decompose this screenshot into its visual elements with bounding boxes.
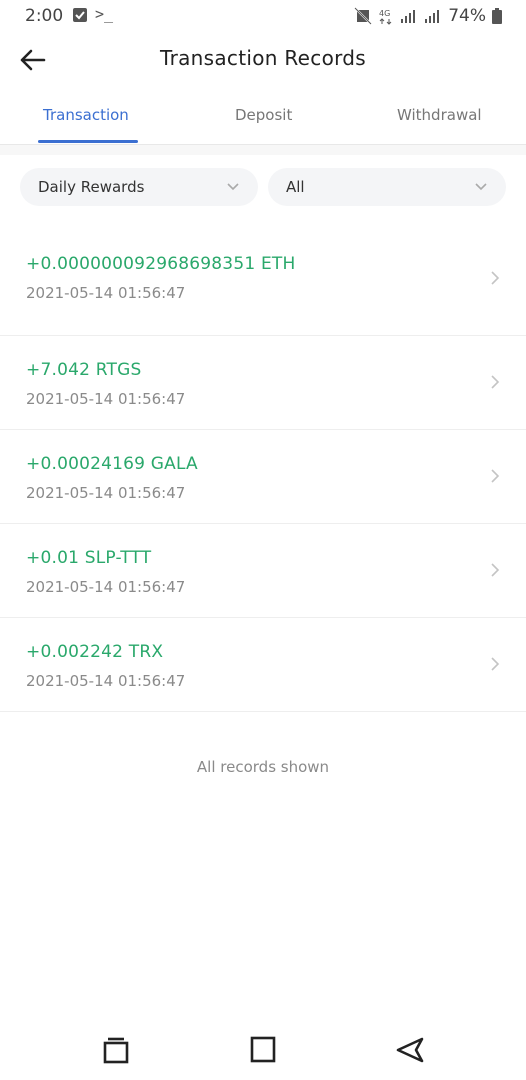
coin-filter-dropdown[interactable]: All [268,168,506,206]
network-4g-icon: 4G [379,9,392,25]
end-of-list-note: All records shown [196,758,330,776]
tab-withdrawal[interactable]: Withdrawal [397,106,482,124]
battery-percent: 74% [448,6,486,26]
records-list: +0.000000092968698351 ETH 2021-05-14 01:… [0,228,526,712]
record-time: 2021-05-14 01:56:47 [26,484,186,502]
terminal-notification-icon: >_ [95,5,114,23]
page-title: Transaction Records [160,46,366,70]
chevron-right-icon [491,657,500,671]
list-item[interactable]: +0.00024169 GALA 2021-05-14 01:56:47 [0,430,526,524]
chevron-right-icon [491,563,500,577]
mute-vibrate-icon [354,7,372,25]
screen: 2:00 >_ 4G 74% Transaction Records Trans… [0,0,526,1080]
signal-icon [401,10,416,23]
checkbox-notification-icon [73,8,87,22]
list-item[interactable]: +0.002242 TRX 2021-05-14 01:56:47 [0,618,526,712]
tab-deposit[interactable]: Deposit [235,106,292,124]
record-amount: +7.042 RTGS [26,360,142,380]
record-amount: +0.002242 TRX [26,642,164,662]
record-amount: +0.01 SLP-TTT [26,548,152,568]
chevron-right-icon [491,271,500,285]
home-icon[interactable] [247,1034,279,1066]
record-amount: +0.000000092968698351 ETH [26,254,296,274]
active-tab-indicator [38,140,138,143]
chevron-down-icon [227,183,239,191]
system-navigation-bar [0,1020,526,1080]
battery-icon [492,8,502,24]
coin-filter-value: All [286,178,305,196]
tab-bar: Transaction Deposit Withdrawal [0,96,526,145]
signal-icon-2 [425,10,440,23]
status-bar: 2:00 >_ 4G 74% [0,0,526,34]
record-time: 2021-05-14 01:56:47 [26,672,186,690]
record-amount: +0.00024169 GALA [26,454,198,474]
svg-text:4G: 4G [379,9,390,18]
chevron-down-icon [475,183,487,191]
chevron-right-icon [491,469,500,483]
list-item[interactable]: +7.042 RTGS 2021-05-14 01:56:47 [0,336,526,430]
record-time: 2021-05-14 01:56:47 [26,390,186,408]
record-time: 2021-05-14 01:56:47 [26,578,186,596]
section-divider [0,145,526,155]
status-icons: 4G 74% [354,6,502,26]
type-filter-value: Daily Rewards [38,178,145,196]
list-item[interactable]: +0.01 SLP-TTT 2021-05-14 01:56:47 [0,524,526,618]
record-time: 2021-05-14 01:56:47 [26,284,186,302]
chevron-right-icon [491,375,500,389]
filter-bar: Daily Rewards All [0,168,526,208]
nav-back-icon[interactable] [394,1034,426,1066]
recent-apps-icon[interactable] [100,1034,132,1066]
status-time: 2:00 [25,6,64,26]
app-header: Transaction Records [0,34,526,86]
tab-transaction[interactable]: Transaction [43,106,129,124]
list-item[interactable]: +0.000000092968698351 ETH 2021-05-14 01:… [0,228,526,336]
type-filter-dropdown[interactable]: Daily Rewards [20,168,258,206]
